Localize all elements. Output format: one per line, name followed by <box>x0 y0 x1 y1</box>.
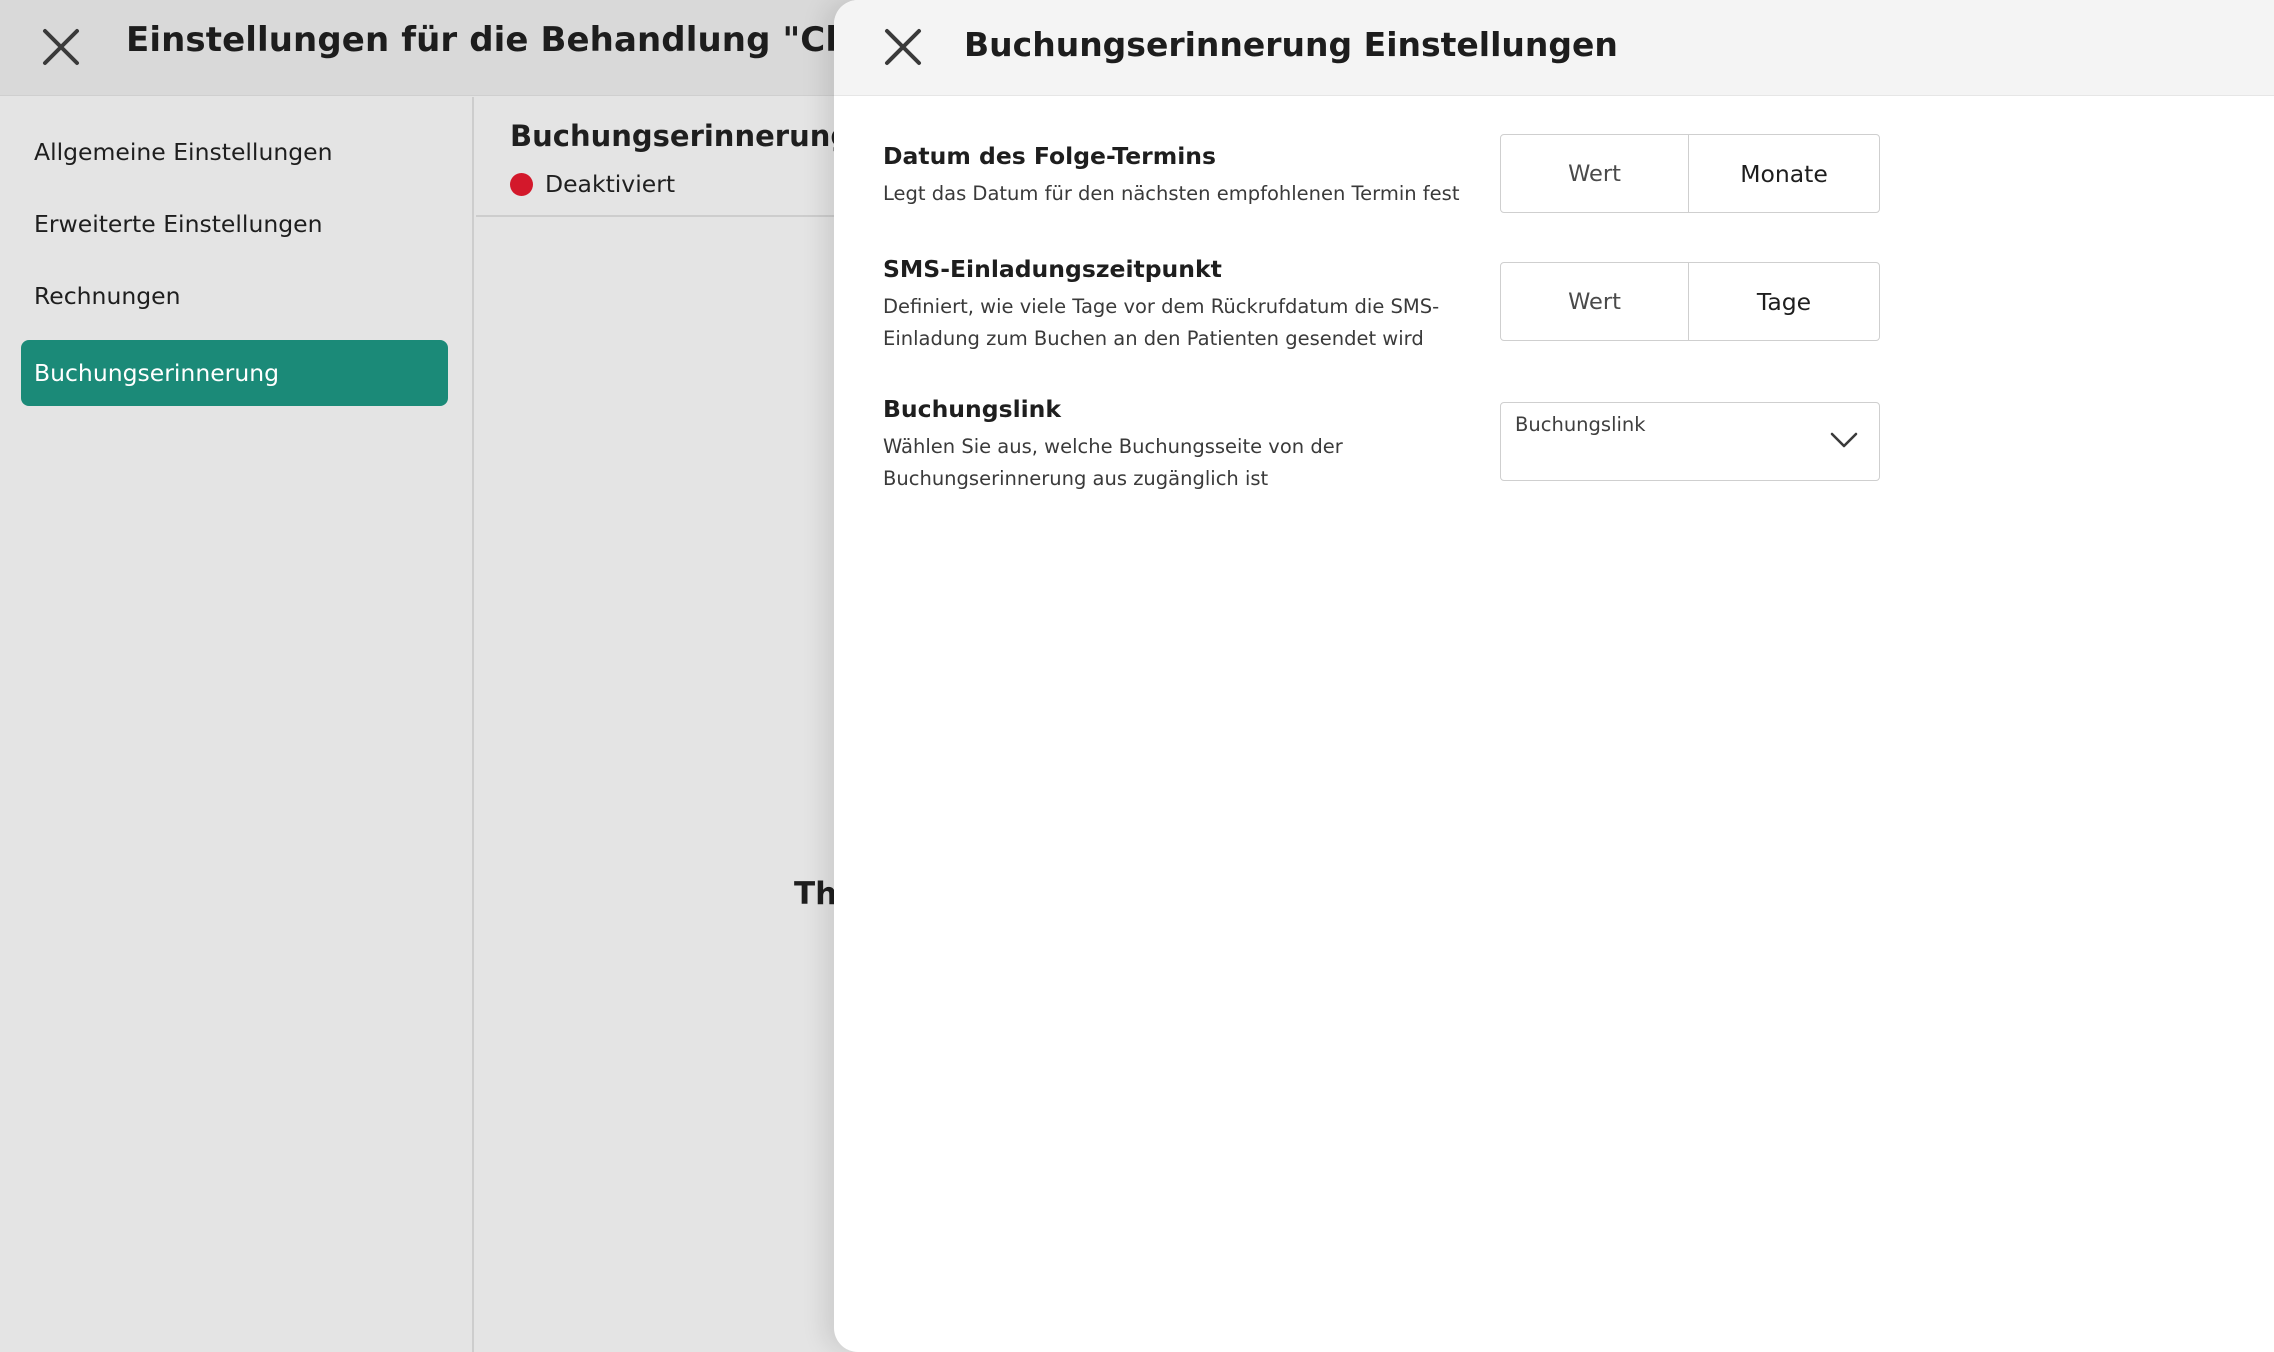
setting-sms-invitation-time: SMS-Einladungszeitpunkt Definiert, wie v… <box>883 255 1473 355</box>
follow-up-unit-select[interactable]: Monate <box>1689 135 1879 212</box>
setting-label: SMS-Einladungszeitpunkt <box>883 255 1222 283</box>
setting-booking-link: Buchungslink Wählen Sie aus, welche Buch… <box>883 395 1473 495</box>
sms-invitation-time-input: Wert Tage <box>1500 262 1880 341</box>
setting-description: Definiert, wie viele Tage vor dem Rückru… <box>883 295 1440 351</box>
booking-reminder-settings-drawer: Buchungserinnerung Einstellungen Datum d… <box>834 0 2274 1352</box>
close-icon[interactable] <box>878 22 928 72</box>
status-dot-icon <box>510 172 533 196</box>
chevron-down-icon <box>1829 429 1859 451</box>
sidebar-item-booking-reminder[interactable]: Buchungserinnerung <box>21 340 448 406</box>
close-icon[interactable] <box>36 22 86 72</box>
drawer-title: Buchungserinnerung Einstellungen <box>964 25 1618 64</box>
sidebar-item-advanced[interactable]: Erweiterte Einstellungen <box>21 191 448 257</box>
setting-label: Buchungslink <box>883 395 1062 423</box>
follow-up-value-field[interactable]: Wert <box>1501 135 1689 212</box>
status-label: Deaktiviert <box>545 170 676 198</box>
content-partial-text: Th <box>794 876 838 912</box>
select-label: Buchungslink <box>1515 413 1646 436</box>
setting-description: Wählen Sie aus, welche Buchungsseite von… <box>883 435 1343 491</box>
section-title: Buchungserinnerung <box>510 119 852 153</box>
setting-follow-up-date: Datum des Folge-Termins Legt das Datum f… <box>883 142 1473 210</box>
sidebar-item-general[interactable]: Allgemeine Einstellungen <box>21 119 448 185</box>
drawer-header: Buchungserinnerung Einstellungen <box>834 0 2274 96</box>
sms-unit-select[interactable]: Tage <box>1689 263 1879 340</box>
status-indicator: Deaktiviert <box>510 170 675 198</box>
follow-up-date-input: Wert Monate <box>1500 134 1880 213</box>
sidebar-item-invoices[interactable]: Rechnungen <box>21 263 448 329</box>
setting-label: Datum des Folge-Termins <box>883 142 1216 170</box>
settings-sidebar: Allgemeine Einstellungen Erweiterte Eins… <box>0 97 474 1352</box>
setting-description: Legt das Datum für den nächsten empfohle… <box>883 182 1460 206</box>
sms-value-field[interactable]: Wert <box>1501 263 1689 340</box>
booking-link-select[interactable]: Buchungslink <box>1500 402 1880 481</box>
